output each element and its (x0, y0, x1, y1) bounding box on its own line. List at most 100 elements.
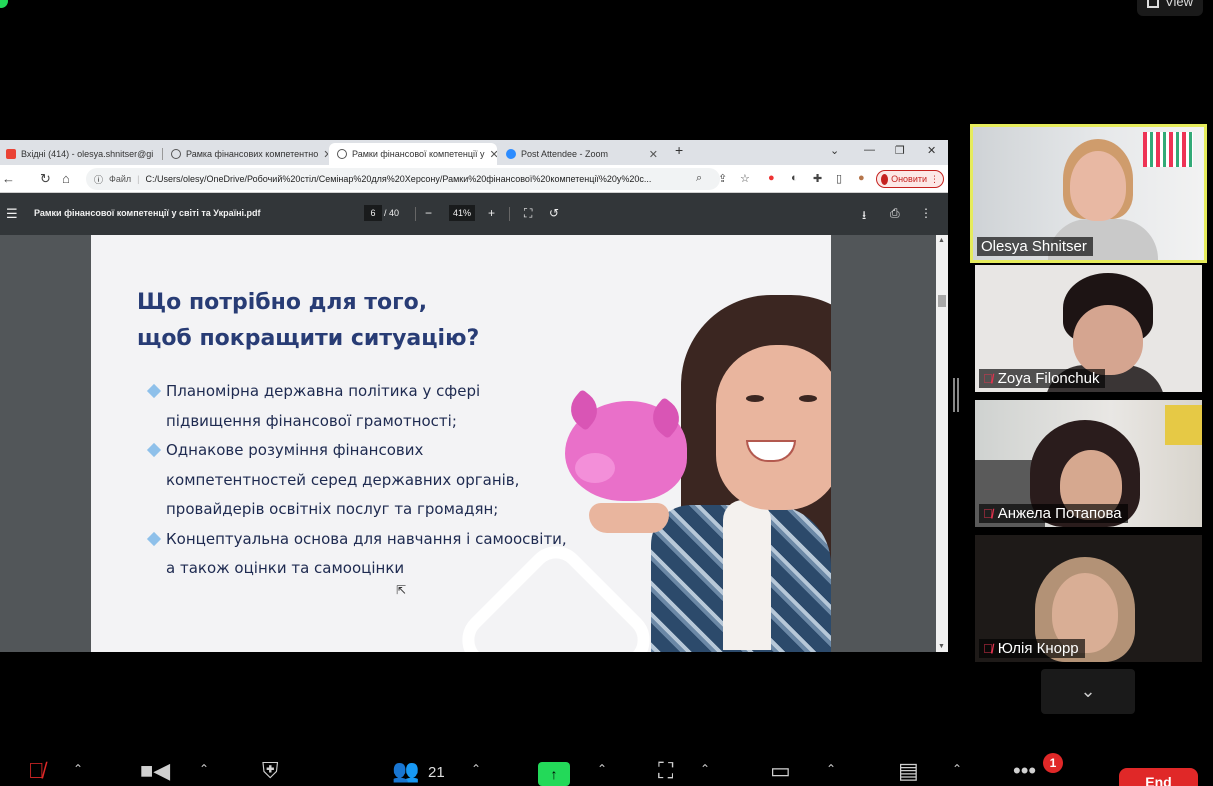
image-part (723, 500, 771, 650)
image-part (716, 345, 831, 510)
chat-caret-icon[interactable]: ⌃ (826, 762, 836, 776)
tab-zoom[interactable]: Post Attendee - Zoom ✕ (498, 143, 666, 165)
scrollbar-thumb[interactable] (938, 295, 946, 307)
browser-tab-bar: Вхідні (414) - olesya.shnitser@gi ✕ Рамк… (0, 140, 948, 165)
slide-bullet-list: Планомірна державна політика у сфері під… (146, 377, 567, 584)
tab-gmail[interactable]: Вхідні (414) - olesya.shnitser@gi ✕ (0, 143, 158, 165)
zoom-in-icon[interactable]: + (488, 206, 495, 220)
view-button[interactable]: View (1137, 0, 1203, 16)
share-screen-button[interactable]: ↑ (538, 762, 570, 786)
close-icon[interactable]: ✕ (323, 148, 328, 161)
participant-tile-active-speaker[interactable]: Olesya Shnitser (970, 124, 1207, 263)
notes-icon[interactable]: ▤ (898, 758, 919, 784)
diamond-bullet-icon (146, 383, 162, 399)
tab-search-icon[interactable]: ⌄ (830, 144, 839, 157)
participant-tile[interactable]: 🎙̸ Zoya Filonchuk (975, 265, 1202, 392)
minimize-icon[interactable]: — (864, 144, 875, 156)
pdf-scrollbar[interactable]: ▲ ▼ (936, 235, 948, 652)
close-icon[interactable]: ✕ (649, 148, 658, 161)
participant-tile[interactable]: 🎙̸ Анжела Потапова (975, 400, 1202, 527)
participant-tile[interactable]: 🎙̸ Юлія Кнорр (975, 535, 1202, 662)
share-page-icon[interactable]: ⇪ (718, 172, 727, 185)
more-horizontal-icon[interactable]: ••• (1013, 758, 1036, 784)
tab-pdf-active[interactable]: Рамки фінансової компетенції у ✕ (329, 143, 497, 165)
end-meeting-button[interactable]: End (1119, 768, 1198, 786)
download-icon[interactable]: ⭳ (862, 206, 866, 227)
slide-title-line: Що потрібно для того, (137, 290, 428, 315)
zoom-level-input[interactable]: 41% (449, 205, 475, 221)
globe-icon (171, 149, 181, 159)
more-vert-icon[interactable]: ⋮ (920, 206, 932, 220)
gmail-icon (6, 149, 16, 159)
zoom-out-icon[interactable]: − (425, 206, 432, 220)
window-close-icon[interactable]: ✕ (927, 144, 936, 157)
avatar (881, 173, 889, 185)
bullet-text: Концептуальна основа для навчання і само… (166, 529, 567, 578)
participants-caret-icon[interactable]: ⌃ (471, 762, 481, 776)
muted-mic-icon[interactable]: 🎙̸ (28, 758, 45, 784)
meeting-toolbar: 🎙̸ ⌃ ■◀ ⌃ ⛨ 👥 21 ⌃ ↑ ⌃ ⛶ ⌃ ▭ ⌃ ▤ ⌃ ••• (0, 748, 1213, 786)
video-flag (1165, 405, 1202, 445)
grid-view-icon (1147, 0, 1160, 8)
update-label: Оновити (891, 174, 927, 184)
tab-label: Вхідні (414) - olesya.shnitser@gi (21, 149, 154, 159)
image-part (799, 395, 817, 402)
participant-name: Olesya Shnitser (981, 238, 1087, 255)
scroll-down-icon[interactable]: ▼ (938, 643, 945, 650)
menu-icon[interactable]: ☰ (6, 206, 18, 222)
update-button[interactable]: Оновити ⋮ (876, 170, 944, 188)
participants-icon[interactable]: 👥 (392, 758, 419, 784)
security-shield-icon[interactable]: ⛨ (262, 758, 279, 784)
browser-address-bar: ← ↻ ⌂ ⓘ Файл | C:/Users/olesy/OneDrive/Р… (0, 165, 948, 193)
print-icon[interactable]: ⎙ (890, 206, 900, 221)
page-number-input[interactable]: 6 (364, 205, 382, 221)
reload-icon[interactable]: ↻ (40, 171, 51, 187)
image-part (575, 453, 615, 483)
rotate-icon[interactable]: ↺ (549, 206, 559, 220)
video-camera-icon[interactable]: ■◀ (140, 758, 170, 784)
bullet-item: Однакове розуміння фінансових компетентн… (146, 436, 567, 525)
participant-name: Анжела Потапова (997, 505, 1122, 522)
profile-avatar[interactable]: ● (858, 172, 865, 184)
share-options-caret-icon[interactable]: ⌃ (597, 762, 607, 776)
puzzle-icon[interactable]: ✚ (813, 172, 822, 185)
back-icon[interactable]: ← (2, 171, 15, 186)
zoom-icon (506, 149, 516, 159)
audio-options-caret-icon[interactable]: ⌃ (73, 762, 83, 776)
fit-page-icon[interactable]: ⛶ (524, 206, 532, 221)
participant-name-label: Olesya Shnitser (977, 237, 1093, 256)
divider (509, 207, 510, 221)
bookmark-star-icon[interactable]: ☆ (740, 172, 750, 185)
zoom-lens-icon[interactable]: ⌕ (696, 172, 702, 185)
focus-frame-icon[interactable]: ⛶ (658, 758, 673, 784)
notes-caret-icon[interactable]: ⌃ (952, 762, 962, 776)
frame-options-caret-icon[interactable]: ⌃ (700, 762, 710, 776)
muted-mic-icon: 🎙̸ (983, 506, 993, 521)
video-options-caret-icon[interactable]: ⌃ (199, 762, 209, 776)
globe-icon (337, 149, 347, 159)
tab-label: Рамки фінансової компетенції у (352, 149, 485, 159)
chat-icon[interactable]: ▭ (770, 758, 791, 784)
chevron-down-icon: ⌄ (1080, 681, 1096, 701)
pdf-toolbar: ☰ Рамки фінансової компетенції у світі т… (0, 193, 948, 235)
home-icon[interactable]: ⌂ (62, 171, 70, 186)
adblock-icon[interactable]: ● (768, 172, 775, 184)
participants-count: 21 (428, 764, 445, 781)
close-icon[interactable]: ✕ (489, 148, 497, 161)
gallery-next-button[interactable]: ⌄ (1041, 669, 1135, 714)
address-input[interactable]: ⓘ Файл | C:/Users/olesy/OneDrive/Робочий… (86, 168, 720, 190)
slide-title: Що потрібно для того, щоб покращити ситу… (137, 285, 479, 357)
tab-framework[interactable]: Рамка фінансових компетентно ✕ (163, 143, 328, 165)
extension-icon[interactable]: ◐ (791, 172, 798, 184)
video-person (1073, 305, 1143, 375)
panel-resize-handle[interactable] (953, 378, 959, 412)
side-panel-icon[interactable]: ▯ (836, 172, 842, 185)
view-label: View (1165, 0, 1193, 9)
restore-icon[interactable]: ❐ (895, 144, 905, 157)
shared-screen: Вхідні (414) - olesya.shnitser@gi ✕ Рамк… (0, 140, 948, 652)
new-tab-icon[interactable]: + (675, 142, 683, 158)
image-part (746, 395, 764, 402)
mouse-cursor-icon: ⇱ (396, 583, 407, 597)
scroll-up-icon[interactable]: ▲ (938, 237, 945, 244)
muted-mic-icon: 🎙̸ (983, 641, 993, 656)
